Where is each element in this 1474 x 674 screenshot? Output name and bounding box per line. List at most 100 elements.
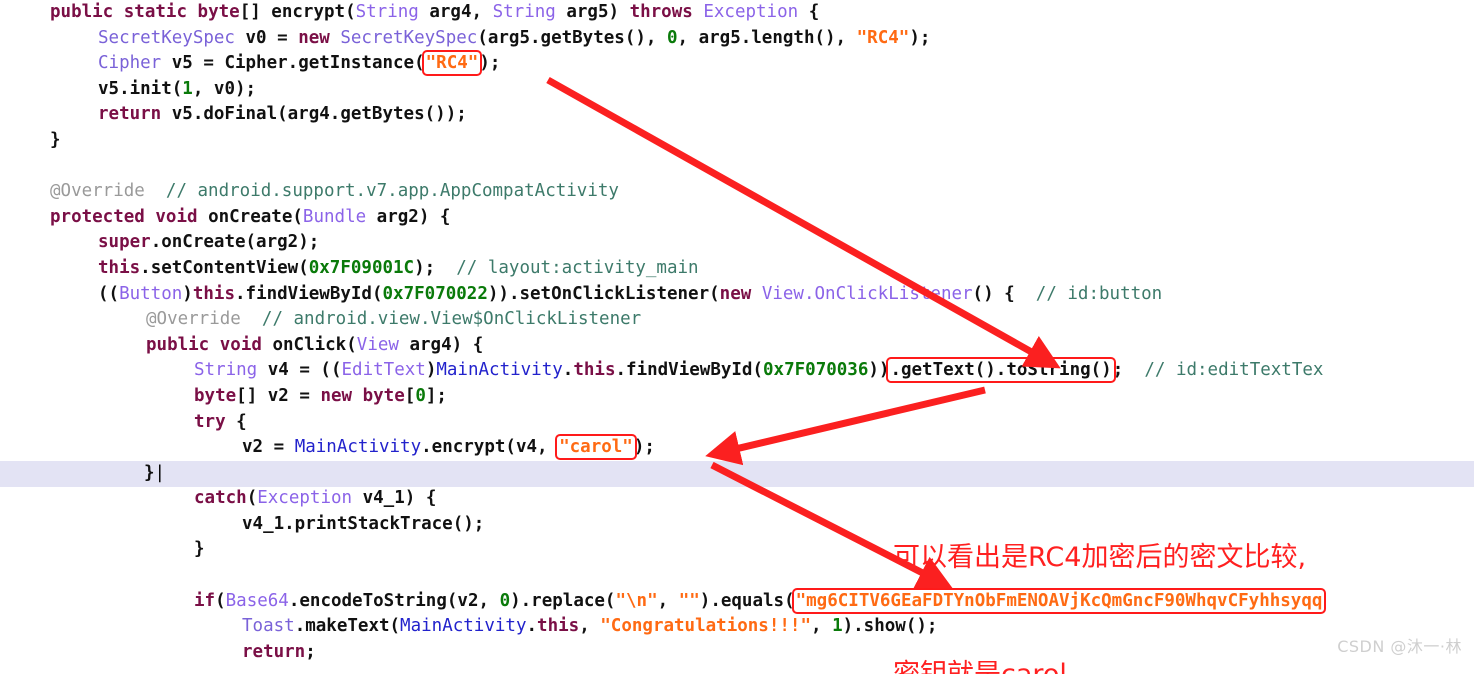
code-token: // android.view.View$OnClickListener — [261, 309, 642, 330]
code-token: .getInstance( — [287, 53, 425, 74]
highlighted-token: "RC4" — [421, 50, 483, 77]
code-token: v5.doFinal(arg4.getBytes()); — [161, 104, 467, 125]
code-token: v2 = — [242, 437, 295, 458]
code-line[interactable]: super.onCreate(arg2); — [0, 230, 1474, 256]
code-token: v0 = — [234, 27, 299, 48]
annotation-note-line-1: 可以看出是RC4加密后的密文比较, — [893, 542, 1307, 573]
code-token: v5.init( — [98, 78, 183, 99]
code-token: , v0); — [192, 78, 257, 99]
code-token: throws — [629, 2, 693, 22]
code-token: ).equals( — [699, 590, 795, 611]
code-line[interactable]: public void onClick(View arg4) { — [0, 333, 1474, 359]
code-token: // id:editTextTex — [1144, 360, 1324, 381]
code-line[interactable]: SecretKeySpec v0 = new SecretKeySpec(arg… — [0, 26, 1474, 52]
code-token: , arg5.length(), — [677, 27, 857, 48]
code-token: ) — [182, 283, 193, 304]
code-token: 0x7F070036 — [763, 360, 869, 381]
code-line[interactable]: } — [0, 128, 1474, 154]
code-token: 1 — [832, 616, 843, 637]
code-token: View — [356, 334, 399, 355]
code-token: this — [573, 360, 616, 381]
code-token: arg5) — [555, 2, 630, 22]
code-token: ); — [479, 53, 501, 74]
code-token: if — [194, 590, 216, 611]
code-line[interactable]: byte[] v2 = new byte[0]; — [0, 384, 1474, 410]
code-line[interactable] — [0, 154, 1474, 180]
code-token: () { — [972, 283, 1015, 304]
code-token: .makeText( — [294, 616, 401, 637]
code-line[interactable]: Cipher v5 = Cipher.getInstance("RC4"); — [0, 50, 1474, 77]
code-line[interactable]: String v4 = ((EditText)MainActivity.this… — [0, 357, 1474, 384]
code-line[interactable]: @Override // android.support.v7.app.AppC… — [0, 179, 1474, 205]
code-token: [] v2 = — [236, 385, 321, 406]
csdn-watermark: CSDN @沐一·林 — [1337, 637, 1462, 656]
code-token: String — [355, 2, 419, 22]
code-token: SecretKeySpec — [340, 27, 478, 48]
code-line[interactable]: v5.init(1, v0); — [0, 77, 1474, 103]
code-token: // id:button — [1035, 283, 1163, 304]
code-token: ( — [346, 334, 357, 355]
code-token: MainActivity — [294, 437, 422, 458]
code-token: return — [242, 641, 306, 662]
code-token: MainActivity — [400, 616, 527, 637]
code-token: super — [98, 232, 151, 253]
code-token: public — [50, 2, 114, 22]
code-line[interactable]: ((Button)this.findViewById(0x7F070022)).… — [0, 282, 1474, 308]
code-token: new — [298, 27, 330, 48]
code-token: Toast — [242, 616, 295, 637]
code-token: .findViewById( — [615, 360, 764, 381]
code-token: ); — [909, 27, 931, 48]
code-token: ]; — [425, 385, 447, 406]
code-token: byte — [362, 385, 405, 406]
annotation-note-line-2: 密钥就是carol — [893, 655, 1306, 674]
code-token: "RC4" — [856, 27, 910, 48]
code-line[interactable]: this.setContentView(0x7F09001C); // layo… — [0, 256, 1474, 282]
code-line[interactable]: v2 = MainActivity.encrypt(v4, "carol"); — [0, 434, 1474, 461]
code-token: return — [98, 104, 162, 125]
code-token: byte — [194, 385, 237, 406]
code-token: )) — [868, 360, 890, 381]
code-token: ); — [414, 257, 436, 278]
code-token: Cipher — [224, 53, 288, 74]
code-token: @Override — [146, 309, 241, 330]
code-token: .setContentView( — [140, 257, 309, 278]
code-token: onCreate — [208, 206, 293, 227]
code-line[interactable]: protected void onCreate(Bundle arg2) { — [0, 205, 1474, 231]
code-token: this — [98, 257, 141, 278]
code-line[interactable]: public static byte[] encrypt(String arg4… — [0, 0, 1474, 26]
code-token: "Congratulations!!!" — [600, 616, 811, 637]
code-token: } — [144, 462, 155, 483]
code-token: ( — [292, 206, 303, 227]
code-line[interactable]: @Override // android.view.View$OnClickLi… — [0, 307, 1474, 333]
code-token: Bundle — [302, 206, 367, 227]
code-token: SecretKeySpec — [98, 27, 235, 48]
code-line[interactable]: return v5.doFinal(arg4.getBytes()); — [0, 102, 1474, 128]
code-token: (( — [98, 283, 120, 304]
code-token: onClick — [272, 334, 347, 355]
code-token: encrypt — [271, 2, 346, 22]
code-token: ; — [305, 641, 316, 662]
annotation-note: 可以看出是RC4加密后的密文比较, 密钥就是carol — [893, 460, 1306, 674]
code-token: .onCreate(arg2); — [150, 232, 320, 253]
code-token: ).replace( — [510, 590, 616, 611]
code-viewer-screenshot: public static byte[] encrypt(String arg4… — [0, 0, 1474, 674]
code-token: try — [194, 411, 226, 432]
code-token: ) — [425, 360, 437, 381]
code-token: v5 = — [161, 53, 225, 74]
code-token: this — [192, 283, 235, 304]
code-token: // android.support.v7.app.AppCompatActiv… — [165, 181, 619, 202]
code-token: void — [219, 334, 262, 355]
code-token: Base64 — [225, 590, 289, 611]
code-token: Exception — [703, 2, 799, 22]
code-line[interactable]: try { — [0, 410, 1474, 436]
code-token: v4_1) { — [352, 488, 437, 509]
